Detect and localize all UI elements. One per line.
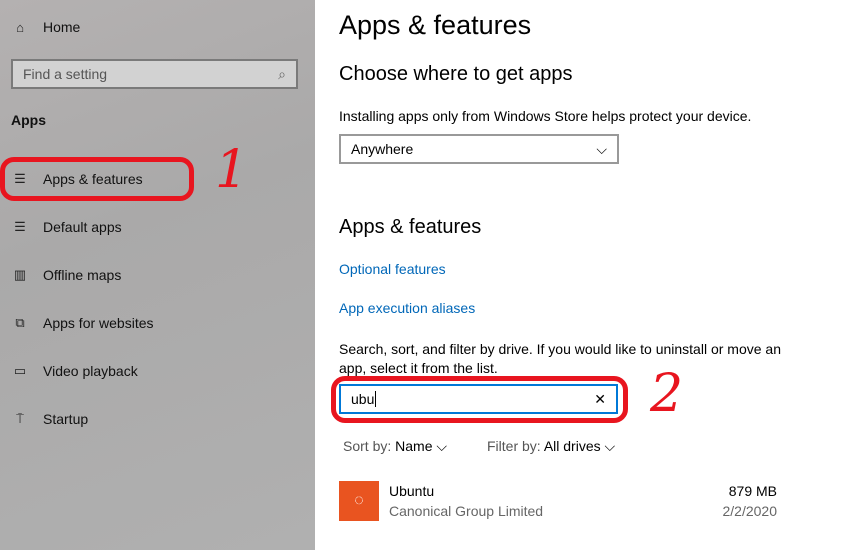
app-name: Ubuntu bbox=[389, 483, 435, 499]
search-icon: ⌕ bbox=[278, 65, 286, 82]
app-size: 879 MB bbox=[728, 483, 777, 499]
sort-label: Sort by: bbox=[343, 438, 392, 454]
dropdown-value: Anywhere bbox=[351, 141, 414, 157]
page-title: Apps & features bbox=[339, 10, 532, 40]
home-icon: ⌂ bbox=[16, 19, 24, 35]
optional-features-link[interactable]: Optional features bbox=[339, 261, 446, 277]
sidebar: ⌂ Home Find a setting ⌕ Apps ☰ Apps & featu… bbox=[0, 0, 315, 550]
sort-value: Name bbox=[395, 438, 433, 454]
annotation-number-2: 2 bbox=[650, 364, 684, 424]
filter-label: Filter by: bbox=[487, 438, 541, 454]
search-description: Search, sort, and filter by drive. If yo… bbox=[339, 341, 781, 376]
choose-heading: Choose where to get apps bbox=[339, 63, 573, 85]
filter-value: All drives bbox=[543, 438, 601, 454]
nav-home-label: Home bbox=[43, 19, 81, 35]
apps-websites-icon: ⧉ bbox=[15, 315, 25, 330]
sidebar-item-default-apps[interactable]: ☰ Default apps bbox=[0, 207, 315, 247]
find-setting-input[interactable]: Find a setting ⌕ bbox=[11, 59, 298, 89]
sidebar-item-label: Startup bbox=[43, 411, 89, 427]
filter-dropdown[interactable]: Filter by: All drives ⌵ bbox=[487, 438, 615, 455]
search-placeholder: Find a setting bbox=[23, 66, 108, 82]
chevron-down-icon: ⌵ bbox=[604, 438, 616, 454]
sidebar-item-offline-maps[interactable]: ▥ Offline maps bbox=[0, 255, 315, 295]
choose-description: Installing apps only from Windows Store … bbox=[339, 108, 752, 124]
sidebar-item-label: Video playback bbox=[43, 363, 138, 379]
sidebar-item-label: Offline maps bbox=[43, 267, 122, 283]
section-heading: Apps bbox=[11, 112, 46, 128]
sort-dropdown[interactable]: Sort by: Name ⌵ bbox=[343, 438, 447, 455]
app-source-dropdown[interactable]: Anywhere ⌵ bbox=[339, 134, 619, 164]
app-execution-aliases-link[interactable]: App execution aliases bbox=[339, 300, 475, 316]
annotation-circle-2 bbox=[331, 376, 628, 423]
chevron-down-icon: ⌵ bbox=[596, 140, 607, 157]
sidebar-item-label: Default apps bbox=[43, 219, 122, 235]
map-icon: ▥ bbox=[13, 267, 27, 282]
sidebar-item-apps-websites[interactable]: ⧉ Apps for websites bbox=[0, 303, 315, 343]
app-list-item[interactable]: ◌ Ubuntu Canonical Group Limited 879 MB … bbox=[339, 481, 779, 521]
sidebar-item-label: Apps for websites bbox=[43, 315, 154, 331]
default-apps-icon: ☰ bbox=[14, 219, 26, 234]
ubuntu-icon: ◌ bbox=[339, 481, 379, 521]
video-icon: ▭ bbox=[13, 363, 27, 378]
sidebar-item-startup[interactable]: ⍑ Startup bbox=[0, 399, 315, 439]
chevron-down-icon: ⌵ bbox=[436, 438, 448, 454]
app-date: 2/2/2020 bbox=[722, 503, 778, 519]
annotation-number-1: 1 bbox=[215, 140, 249, 200]
section-heading: Apps & features bbox=[339, 216, 482, 238]
startup-icon: ⍑ bbox=[16, 411, 24, 426]
annotation-circle-1 bbox=[0, 157, 194, 201]
app-publisher: Canonical Group Limited bbox=[389, 503, 544, 519]
nav-home[interactable]: ⌂ Home bbox=[0, 7, 315, 47]
sidebar-item-video-playback[interactable]: ▭ Video playback bbox=[0, 351, 315, 391]
